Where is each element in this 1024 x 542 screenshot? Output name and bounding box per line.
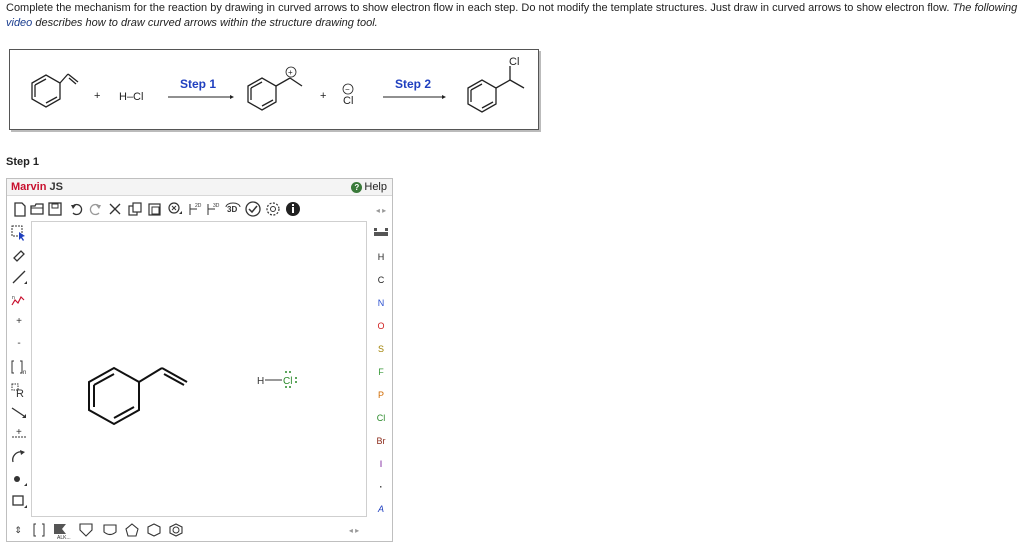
element-h[interactable]: H: [369, 251, 392, 263]
bracket-icon[interactable]: n: [9, 357, 29, 377]
clean-3d-icon[interactable]: 3D: [205, 199, 221, 219]
atom-list-button[interactable]: A: [369, 503, 392, 515]
product-chlorine: Cl: [509, 56, 519, 68]
canvas-scroll-horizontal-icon[interactable]: ◂ ▸: [345, 520, 363, 540]
select-icon[interactable]: [9, 223, 29, 243]
cyclopentane-template-icon[interactable]: [123, 520, 141, 540]
carbocation-structure: [247, 77, 303, 111]
svg-text:n: n: [12, 295, 15, 301]
step-1-label: Step 1: [180, 77, 216, 91]
open-icon[interactable]: [29, 199, 45, 219]
cyclobutane-template-icon[interactable]: [101, 520, 119, 540]
check-icon[interactable]: [245, 199, 261, 219]
element-i[interactable]: I: [369, 458, 392, 470]
svg-text:2D: 2D: [195, 203, 202, 209]
element-p[interactable]: P: [369, 389, 392, 401]
r-group-icon[interactable]: R: [9, 381, 29, 401]
help-button[interactable]: ? Help: [351, 181, 387, 193]
element-n[interactable]: N: [369, 297, 392, 309]
drawing-canvas[interactable]: H Cl: [31, 221, 367, 517]
paste-icon[interactable]: [147, 199, 163, 219]
clean-2d-icon[interactable]: 2D: [187, 199, 203, 219]
scheme-reagent-hcl: H–Cl: [119, 91, 143, 103]
scheme-plus-1: +: [94, 90, 100, 102]
reaction-scheme: + H–Cl Step 1 + + − Cl Step 2 Cl: [9, 49, 539, 130]
instructions-text-2-prefix: The following: [952, 2, 1018, 14]
alkane-template-label: ALK...: [57, 535, 71, 541]
element-br[interactable]: Br: [369, 435, 392, 447]
marvin-title-bar: Marvin JS ? Help: [7, 179, 392, 196]
template-scroll-icon[interactable]: ⇕: [9, 520, 27, 540]
single-bond-icon[interactable]: [9, 267, 29, 287]
more-elements-dot[interactable]: ·: [369, 481, 392, 493]
canvas-styrene[interactable]: [88, 366, 188, 426]
svg-text:+: +: [16, 427, 22, 438]
new-document-icon[interactable]: [11, 199, 27, 219]
cyclohexane-template-icon[interactable]: [145, 520, 163, 540]
top-toolbar: 2D 3D 3D: [7, 199, 392, 221]
step-2-label: Step 2: [395, 77, 431, 91]
video-link[interactable]: video: [6, 17, 32, 29]
scheme-plus-2: +: [320, 90, 326, 102]
marvin-js-editor: Marvin JS ? Help 2D 3D 3D n + - n R + H …: [6, 178, 393, 542]
element-scroll-icon[interactable]: ◂ ▸: [369, 205, 392, 217]
zoom-icon[interactable]: [167, 199, 183, 219]
element-f[interactable]: F: [369, 366, 392, 378]
redo-icon[interactable]: [87, 199, 103, 219]
help-icon: ?: [351, 181, 363, 193]
template-toolbar: ⇕ ALK... ◂ ▸: [7, 520, 367, 541]
product-structure: [467, 66, 525, 113]
save-icon[interactable]: [47, 199, 63, 219]
canvas-hcl[interactable]: H Cl: [257, 371, 297, 388]
instructions-text-1: Complete the mechanism for the reaction …: [6, 2, 950, 14]
settings-icon[interactable]: [265, 199, 281, 219]
lone-pair-icon[interactable]: [9, 469, 29, 489]
periodic-table-icon[interactable]: [369, 227, 392, 240]
canvas-cl-atom[interactable]: Cl: [283, 376, 292, 387]
element-cl[interactable]: Cl: [369, 412, 392, 424]
element-s[interactable]: S: [369, 343, 392, 355]
increase-charge-icon[interactable]: +: [9, 311, 29, 331]
info-icon[interactable]: [285, 199, 301, 219]
curved-arrow-icon[interactable]: [9, 447, 29, 467]
chloride-ion: Cl: [343, 95, 353, 107]
canvas-h-atom[interactable]: H: [257, 376, 264, 387]
rectangle-icon[interactable]: [9, 491, 29, 511]
instructions: Complete the mechanism for the reaction …: [6, 1, 1020, 31]
template-bracket-icon[interactable]: [31, 520, 49, 540]
cyclopropane-template-icon[interactable]: [77, 520, 95, 540]
svg-text:3D: 3D: [227, 205, 237, 214]
benzene-template-icon[interactable]: [167, 520, 185, 540]
svg-text:n: n: [23, 370, 26, 375]
element-toolbar: ◂ ▸ H C N O S F P Cl Br I · A: [369, 201, 392, 531]
reaction-arrow-icon[interactable]: [9, 403, 29, 423]
svg-text:3D: 3D: [213, 203, 220, 209]
svg-text:R: R: [16, 388, 24, 399]
styrene-structure: [31, 73, 79, 108]
left-toolbar: n + - n R +: [7, 221, 31, 531]
carbocation-charge: +: [288, 68, 293, 77]
copy-icon[interactable]: [127, 199, 143, 219]
cut-icon[interactable]: [107, 199, 123, 219]
element-o[interactable]: O: [369, 320, 392, 332]
mapping-icon[interactable]: +: [9, 425, 29, 445]
element-c[interactable]: C: [369, 274, 392, 286]
3d-rotate-icon[interactable]: 3D: [225, 199, 241, 219]
chloride-charge: −: [345, 85, 350, 94]
erase-icon[interactable]: [9, 245, 29, 265]
decrease-charge-icon[interactable]: -: [9, 333, 29, 353]
instructions-text-2-suffix: describes how to draw curved arrows with…: [32, 17, 378, 29]
undo-icon[interactable]: [69, 199, 85, 219]
marvin-logo: Marvin JS: [11, 181, 63, 193]
chain-icon[interactable]: n: [9, 289, 29, 309]
step-heading: Step 1: [6, 156, 40, 168]
